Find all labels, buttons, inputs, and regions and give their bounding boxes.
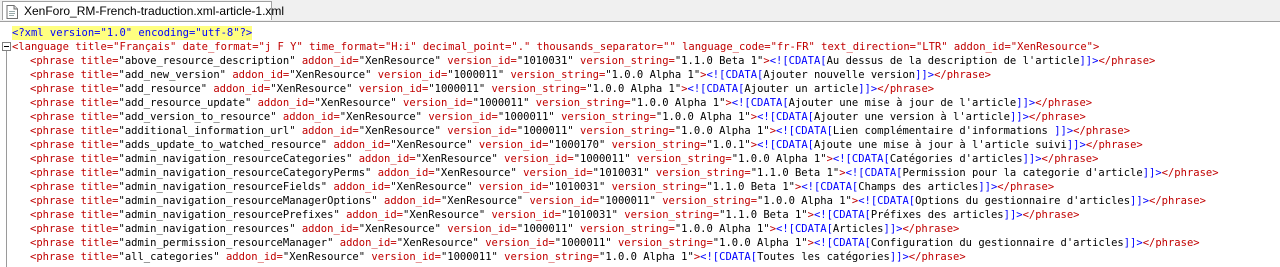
phrase-element: <phrase title="admin_navigation_resource… bbox=[30, 167, 1219, 179]
phrase-element: <phrase title="add_new_version" addon_id… bbox=[30, 69, 991, 81]
tab-bar: XenForo_RM-French-traduction.xml-article… bbox=[0, 0, 1280, 22]
xml-declaration-line: <?xml version="1.0" encoding="utf-8"?> bbox=[0, 26, 1280, 40]
root-element-line: <language title="Français" date_format="… bbox=[0, 40, 1280, 54]
phrase-element: <phrase title="all_categories" addon_id=… bbox=[30, 251, 966, 263]
phrase-element: <phrase title="add_version_to_resource" … bbox=[30, 111, 1086, 123]
phrase-line: <phrase title="above_resource_descriptio… bbox=[0, 54, 1280, 68]
file-tab[interactable]: XenForo_RM-French-traduction.xml-article… bbox=[2, 1, 284, 20]
phrase-element: <phrase title="admin_permission_resource… bbox=[30, 237, 1200, 249]
phrase-element: <phrase title="additional_information_ur… bbox=[30, 125, 1131, 137]
phrase-element: <phrase title="add_resource" addon_id="X… bbox=[30, 83, 935, 95]
phrase-line: <phrase title="admin_navigation_resource… bbox=[0, 152, 1280, 166]
phrase-element: <phrase title="add_resource_update" addo… bbox=[30, 97, 1093, 109]
tab-label: XenForo_RM-French-traduction.xml-article… bbox=[24, 4, 285, 18]
phrase-line: <phrase title="admin_navigation_resource… bbox=[0, 208, 1280, 222]
phrase-line: <phrase title="add_resource" addon_id="X… bbox=[0, 82, 1280, 96]
phrase-line: <phrase title="admin_permission_resource… bbox=[0, 236, 1280, 250]
phrase-line: <phrase title="all_categories" addon_id=… bbox=[0, 250, 1280, 264]
phrase-element: <phrase title="admin_navigation_resource… bbox=[30, 181, 1055, 193]
phrase-element: <phrase title="admin_navigation_resource… bbox=[30, 223, 960, 235]
phrase-line: <phrase title="admin_navigation_resource… bbox=[0, 180, 1280, 194]
phrase-line: <phrase title="add_version_to_resource" … bbox=[0, 110, 1280, 124]
code-editor[interactable]: <?xml version="1.0" encoding="utf-8"?> <… bbox=[0, 24, 1280, 267]
phrase-element: <phrase title="admin_navigation_resource… bbox=[30, 195, 1206, 207]
phrase-line: <phrase title="admin_navigation_resource… bbox=[0, 166, 1280, 180]
phrase-line: <phrase title="adds_update_to_watched_re… bbox=[0, 138, 1280, 152]
phrase-line: <phrase title="admin_navigation_resource… bbox=[0, 194, 1280, 208]
phrase-line: <phrase title="add_new_version" addon_id… bbox=[0, 68, 1280, 82]
fold-toggle-icon[interactable] bbox=[2, 42, 11, 51]
root-element: <language title="Français" date_format="… bbox=[12, 41, 1100, 53]
phrase-line: <phrase title="add_resource_update" addo… bbox=[0, 96, 1280, 110]
phrase-line: <phrase title="admin_navigation_resource… bbox=[0, 222, 1280, 236]
phrase-element: <phrase title="adds_update_to_watched_re… bbox=[30, 139, 1143, 151]
phrase-element: <phrase title="admin_navigation_resource… bbox=[30, 209, 1080, 221]
phrase-element: <phrase title="admin_navigation_resource… bbox=[30, 153, 1099, 165]
phrase-line: <phrase title="additional_information_ur… bbox=[0, 124, 1280, 138]
file-icon bbox=[6, 4, 18, 19]
phrase-element: <phrase title="above_resource_descriptio… bbox=[30, 55, 1156, 67]
xml-declaration: <?xml version="1.0" encoding="utf-8"?> bbox=[12, 26, 253, 40]
